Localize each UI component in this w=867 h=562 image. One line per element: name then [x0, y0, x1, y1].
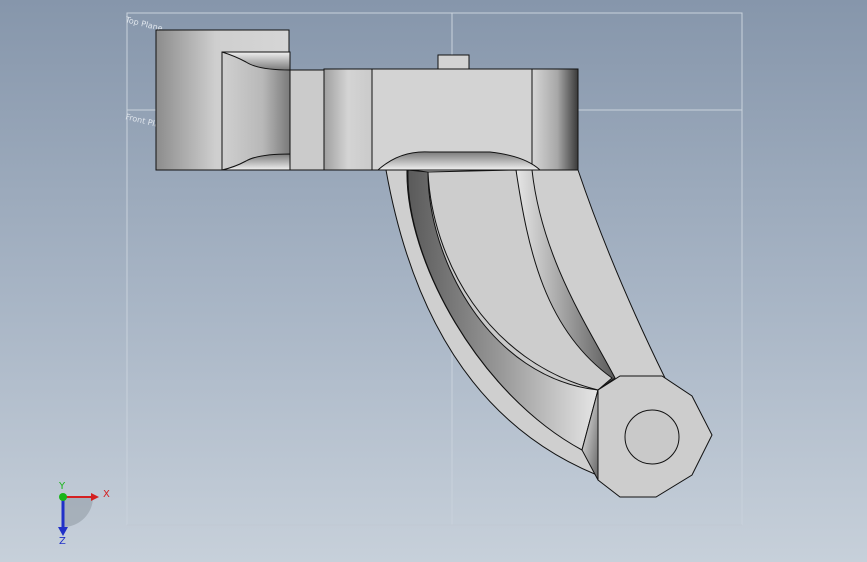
- eye-hole[interactable]: [624, 409, 680, 465]
- y-axis-label: Y: [58, 481, 66, 492]
- top-body[interactable]: [155, 29, 579, 171]
- y-axis-dot: [59, 493, 67, 501]
- z-axis-label: Z: [59, 536, 66, 547]
- graphics-viewport[interactable]: Top Plane Front Plane X Y Z: [0, 0, 867, 562]
- orientation-triad: X Y Z: [58, 481, 110, 547]
- x-axis-label: X: [103, 489, 110, 500]
- model-scene[interactable]: Top Plane Front Plane X Y Z: [0, 0, 867, 562]
